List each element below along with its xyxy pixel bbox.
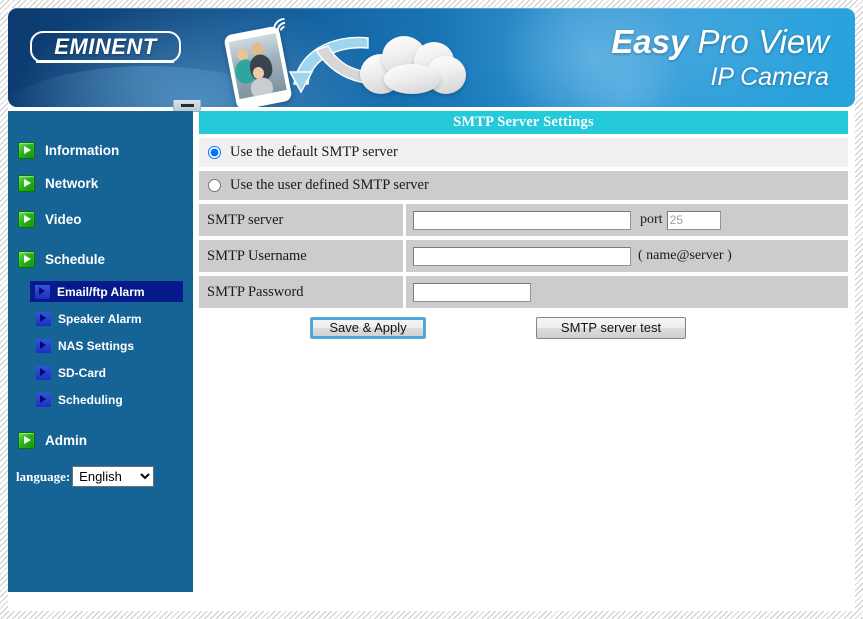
- sidebar: Information Network Video Schedule Email…: [8, 111, 193, 592]
- sidebar-item-sd-card[interactable]: SD-Card: [30, 362, 178, 383]
- smtp-port-input[interactable]: [666, 210, 721, 230]
- sidebar-item-label: Video: [45, 211, 82, 227]
- smtp-server-test-button[interactable]: SMTP server test: [536, 317, 686, 339]
- collapse-handle-icon: [181, 104, 194, 107]
- button-row: Save & Apply SMTP server test: [199, 317, 848, 343]
- sidebar-subitem-label: SD-Card: [58, 365, 107, 380]
- radio-row-default-smtp[interactable]: Use the default SMTP server: [199, 138, 848, 167]
- smtp-username-input[interactable]: [413, 246, 631, 266]
- radio-label-use-user-defined-smtp[interactable]: Use the user defined SMTP server: [230, 177, 429, 194]
- page-title: SMTP Server Settings: [199, 111, 848, 134]
- blue-play-icon: [36, 392, 51, 407]
- field-smtp-password: [406, 276, 848, 308]
- hint-username-format: ( name@server ): [638, 248, 732, 263]
- blue-play-icon: [36, 311, 51, 326]
- label-smtp-server: SMTP server: [199, 204, 403, 236]
- eminent-logo-underline: [36, 60, 174, 63]
- main-content: SMTP Server Settings Use the default SMT…: [199, 111, 848, 592]
- sidebar-item-nas-settings[interactable]: NAS Settings: [30, 335, 178, 356]
- language-selector-row: language: English: [16, 466, 155, 487]
- sidebar-item-scheduling[interactable]: Scheduling: [30, 389, 178, 410]
- sidebar-item-information[interactable]: Information: [18, 140, 119, 160]
- radio-use-user-defined-smtp[interactable]: [208, 179, 221, 192]
- sidebar-item-label: Schedule: [45, 251, 106, 267]
- sidebar-item-label: Admin: [45, 432, 87, 448]
- form-row-smtp-server: SMTP server port: [199, 204, 848, 236]
- label-port: port: [640, 212, 663, 227]
- green-play-icon: [18, 141, 35, 159]
- green-play-icon: [18, 250, 35, 268]
- sidebar-item-label: Information: [45, 142, 120, 158]
- sidebar-item-label: Network: [45, 175, 99, 191]
- blue-play-icon: [35, 284, 50, 299]
- header-banner: EMINENT Easy Pro View IP Camera: [8, 8, 855, 107]
- page-frame: EMINENT Easy Pro View IP Camera Informat…: [0, 0, 863, 619]
- blue-play-icon: [36, 365, 51, 380]
- green-play-icon: [18, 431, 35, 449]
- eminent-logo: EMINENT: [30, 31, 181, 63]
- radio-row-user-defined-smtp[interactable]: Use the user defined SMTP server: [199, 171, 848, 200]
- sidebar-subitem-label: Speaker Alarm: [58, 311, 142, 326]
- field-smtp-server: port: [406, 204, 848, 236]
- smtp-server-input[interactable]: [413, 210, 631, 230]
- green-play-icon: [18, 210, 35, 228]
- label-smtp-username: SMTP Username: [199, 240, 403, 272]
- sidebar-item-email-ftp-alarm[interactable]: Email/ftp Alarm: [30, 281, 183, 302]
- green-play-icon: [18, 174, 35, 192]
- radio-use-default-smtp[interactable]: [208, 146, 221, 159]
- sidebar-item-schedule[interactable]: Schedule: [18, 249, 105, 269]
- sidebar-item-speaker-alarm[interactable]: Speaker Alarm: [30, 308, 178, 329]
- sidebar-subitem-label: Email/ftp Alarm: [57, 284, 145, 299]
- form-row-smtp-username: SMTP Username ( name@server ): [199, 240, 848, 272]
- brand-proview: Pro View: [697, 23, 829, 60]
- sidebar-subitem-label: NAS Settings: [58, 338, 135, 353]
- radio-label-use-default-smtp[interactable]: Use the default SMTP server: [230, 144, 398, 161]
- form-row-smtp-password: SMTP Password: [199, 276, 848, 308]
- sidebar-item-video[interactable]: Video: [18, 209, 82, 229]
- brand-easy: Easy: [611, 23, 689, 60]
- language-select[interactable]: English: [72, 466, 155, 487]
- blue-play-icon: [36, 338, 51, 353]
- brand-ipcamera: IP Camera: [710, 63, 829, 91]
- phone-screen: [228, 32, 287, 100]
- smtp-password-input[interactable]: [413, 282, 531, 302]
- sidebar-item-admin[interactable]: Admin: [18, 430, 87, 450]
- sidebar-subitem-label: Scheduling: [58, 392, 123, 407]
- page-inner: EMINENT Easy Pro View IP Camera Informat…: [8, 8, 855, 611]
- cloud-icon: [360, 34, 468, 96]
- language-label: language:: [16, 468, 71, 484]
- save-and-apply-button[interactable]: Save & Apply: [310, 317, 426, 339]
- field-smtp-username: ( name@server ): [406, 240, 848, 272]
- label-smtp-password: SMTP Password: [199, 276, 403, 308]
- sidebar-item-network[interactable]: Network: [18, 173, 98, 193]
- brand-text: Easy Pro View IP Camera: [611, 25, 829, 90]
